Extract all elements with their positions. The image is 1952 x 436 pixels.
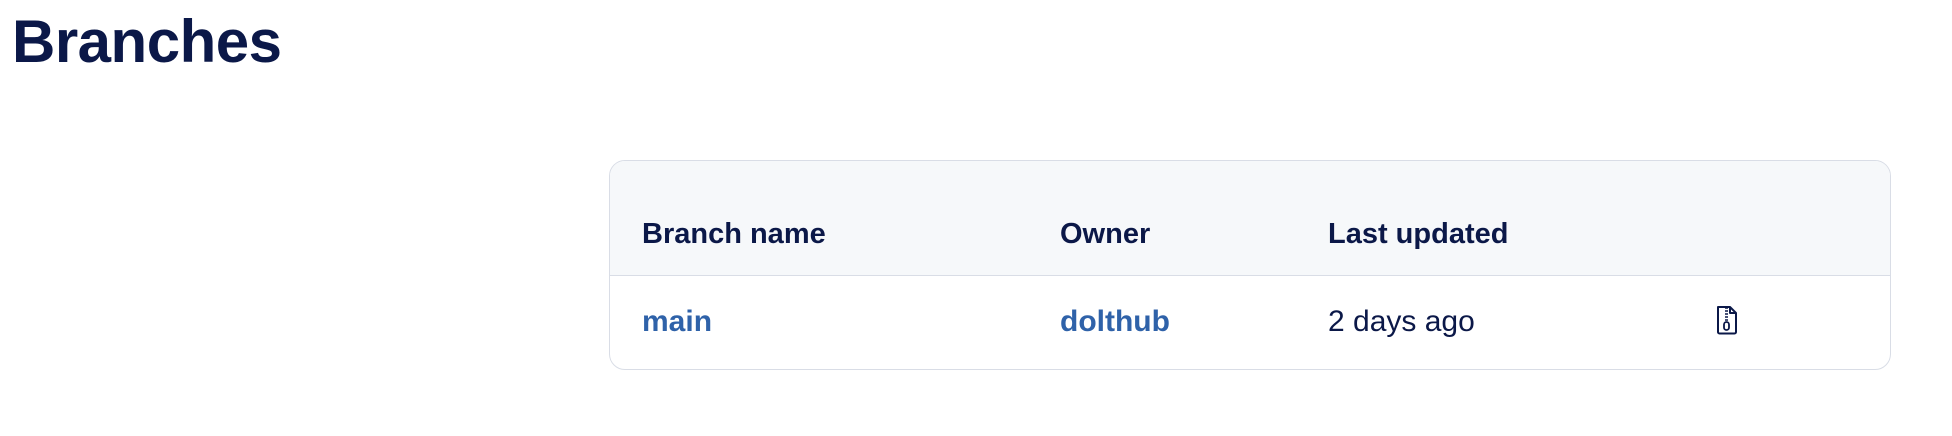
table-header: Branch name Owner Last updated [610,161,1890,275]
owner-link[interactable]: dolthub [1060,305,1170,338]
column-header-actions [1712,161,1890,275]
branch-name-cell: main [610,275,1060,369]
branches-table-card: Branch name Owner Last updated main dolt… [609,160,1891,370]
action-cell [1712,275,1890,369]
table-header-row: Branch name Owner Last updated [610,161,1890,275]
column-header-last-updated: Last updated [1328,217,1509,250]
zip-file-icon [1717,305,1737,335]
branches-table: Branch name Owner Last updated main dolt… [610,161,1890,369]
download-zip-button[interactable] [1712,304,1742,336]
branches-page: Branches Branch name Owner Last updated … [0,0,1952,436]
page-title: Branches [12,8,282,75]
column-header-owner: Owner [1060,217,1151,250]
owner-cell: dolthub [1060,275,1328,369]
table-body: main dolthub 2 days ago [610,275,1890,369]
table-row: main dolthub 2 days ago [610,275,1890,369]
column-header-branch-name: Branch name [642,217,826,250]
last-updated-cell: 2 days ago [1328,305,1475,339]
branch-name-link[interactable]: main [642,305,712,338]
